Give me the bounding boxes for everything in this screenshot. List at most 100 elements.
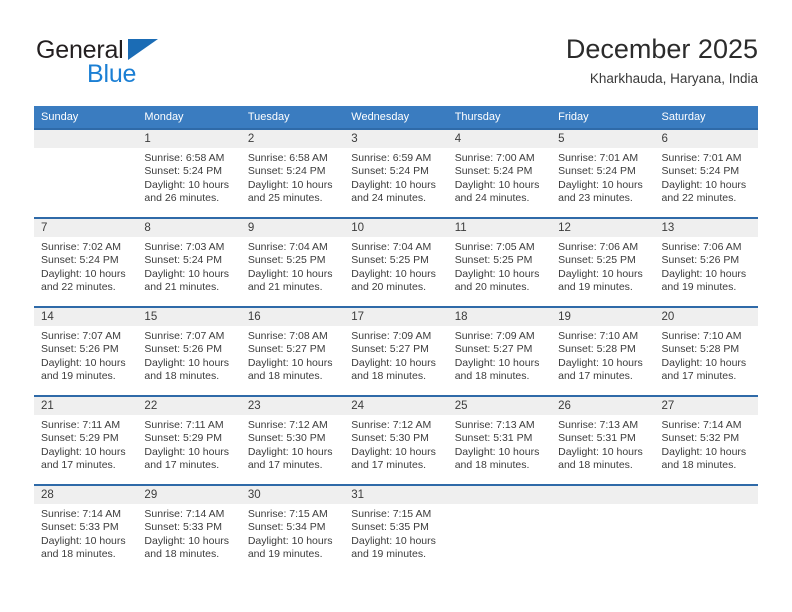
daylight-text: Daylight: 10 hours and 17 minutes. bbox=[558, 356, 643, 383]
calendar-day-cell[interactable]: 31 Sunrise: 7:15 AM Sunset: 5:35 PM Dayligh… bbox=[344, 484, 448, 574]
calendar-day-cell[interactable]: 16 Sunrise: 7:08 AM Sunset: 5:27 PM Dayligh… bbox=[240, 306, 345, 396]
calendar-day-cell[interactable]: 3 Sunrise: 6:59 AM Sunset: 5:24 PM Daylight… bbox=[344, 128, 448, 218]
calendar-day-cell[interactable]: 21 Sunrise: 7:11 AM Sunset: 5:29 PM Dayligh… bbox=[34, 395, 138, 485]
calendar-day-cell[interactable]: 26 Sunrise: 7:13 AM Sunset: 5:31 PM Dayligh… bbox=[551, 395, 655, 485]
page-title: December 2025 bbox=[565, 34, 758, 64]
day-number: 11 bbox=[447, 219, 552, 237]
calendar-week-row: 14 Sunrise: 7:07 AM Sunset: 5:26 PM Dayligh… bbox=[34, 306, 758, 396]
sunset-text: Sunset: 5:24 PM bbox=[144, 165, 223, 178]
day-number: 7 bbox=[34, 219, 138, 237]
day-number: 5 bbox=[551, 130, 655, 148]
calendar-day-cell[interactable]: 8 Sunrise: 7:03 AM Sunset: 5:24 PM Daylight… bbox=[137, 217, 241, 307]
sunrise-text: Sunrise: 7:01 AM bbox=[558, 152, 639, 164]
day-number: 22 bbox=[137, 397, 241, 415]
calendar-day-cell[interactable]: 14 Sunrise: 7:07 AM Sunset: 5:26 PM Dayligh… bbox=[34, 306, 138, 396]
day-sun-info: Sunrise: 7:06 AM Sunset: 5:25 PM Daylight:… bbox=[551, 237, 654, 295]
sunrise-text: Sunrise: 7:15 AM bbox=[247, 508, 328, 520]
day-number: 1 bbox=[137, 130, 241, 148]
day-sun-info: Sunrise: 7:10 AM Sunset: 5:28 PM Daylight:… bbox=[551, 326, 654, 384]
daylight-text: Daylight: 10 hours and 18 minutes. bbox=[247, 356, 333, 383]
sunset-text: Sunset: 5:26 PM bbox=[144, 343, 223, 356]
day-number: 30 bbox=[240, 486, 345, 504]
generalblue-logo: General Blue bbox=[34, 36, 234, 94]
sunrise-text: Sunrise: 7:13 AM bbox=[454, 419, 535, 431]
calendar-day-cell[interactable]: 20 Sunrise: 7:10 AM Sunset: 5:28 PM Dayligh… bbox=[654, 306, 758, 396]
day-number: 18 bbox=[447, 308, 552, 326]
calendar-day-cell[interactable]: 2 Sunrise: 6:58 AM Sunset: 5:24 PM Daylight… bbox=[240, 128, 345, 218]
weekday-header-monday: Monday bbox=[137, 106, 241, 129]
sunrise-text: Sunrise: 6:59 AM bbox=[351, 152, 432, 164]
sunrise-sunset-calendar-table: Sunday Monday Tuesday Wednesday Thursday Frid… bbox=[34, 106, 758, 574]
day-sun-info: Sunrise: 7:09 AM Sunset: 5:27 PM Daylight:… bbox=[344, 326, 447, 384]
calendar-day-cell[interactable]: 30 Sunrise: 7:15 AM Sunset: 5:34 PM Dayligh… bbox=[240, 484, 345, 574]
calendar-day-cell[interactable]: 25 Sunrise: 7:13 AM Sunset: 5:31 PM Dayligh… bbox=[447, 395, 552, 485]
day-sun-info: Sunrise: 7:11 AM Sunset: 5:29 PM Daylight:… bbox=[34, 415, 137, 473]
sunrise-text: Sunrise: 7:04 AM bbox=[247, 241, 328, 253]
calendar-day-cell[interactable]: 19 Sunrise: 7:10 AM Sunset: 5:28 PM Dayligh… bbox=[551, 306, 655, 396]
day-number: 19 bbox=[551, 308, 655, 326]
daylight-text: Daylight: 10 hours and 17 minutes. bbox=[351, 445, 436, 472]
calendar-day-cell[interactable]: 1 Sunrise: 6:58 AM Sunset: 5:24 PM Daylight… bbox=[137, 128, 241, 218]
calendar-day-cell[interactable]: 6 Sunrise: 7:01 AM Sunset: 5:24 PM Daylight… bbox=[654, 128, 758, 218]
calendar-day-cell[interactable]: 17 Sunrise: 7:09 AM Sunset: 5:27 PM Dayligh… bbox=[344, 306, 448, 396]
daylight-text: Daylight: 10 hours and 18 minutes. bbox=[144, 356, 230, 383]
calendar-day-cell[interactable]: 27 Sunrise: 7:14 AM Sunset: 5:32 PM Dayligh… bbox=[654, 395, 758, 485]
sunrise-text: Sunrise: 7:15 AM bbox=[351, 508, 432, 520]
daylight-text: Daylight: 10 hours and 22 minutes. bbox=[41, 267, 126, 294]
day-number: 20 bbox=[654, 308, 758, 326]
sunset-text: Sunset: 5:24 PM bbox=[247, 165, 326, 178]
calendar-body: 1 Sunrise: 6:58 AM Sunset: 5:24 PM Daylight… bbox=[34, 128, 758, 574]
sunrise-text: Sunrise: 7:00 AM bbox=[454, 152, 535, 164]
calendar-day-cell[interactable]: 28 Sunrise: 7:14 AM Sunset: 5:33 PM Dayligh… bbox=[34, 484, 138, 574]
title-block: December 2025 Kharkhauda, Haryana, India bbox=[566, 32, 758, 89]
day-number bbox=[551, 486, 655, 504]
calendar-day-cell-empty bbox=[551, 484, 655, 574]
day-number: 31 bbox=[344, 486, 448, 504]
calendar-day-cell[interactable]: 12 Sunrise: 7:06 AM Sunset: 5:25 PM Dayligh… bbox=[551, 217, 655, 307]
day-number bbox=[34, 130, 138, 148]
calendar-day-cell[interactable]: 29 Sunrise: 7:14 AM Sunset: 5:33 PM Dayligh… bbox=[137, 484, 241, 574]
sunset-text: Sunset: 5:27 PM bbox=[351, 343, 429, 356]
day-number: 13 bbox=[654, 219, 758, 237]
day-number: 24 bbox=[344, 397, 448, 415]
day-number: 25 bbox=[447, 397, 552, 415]
calendar-day-cell[interactable]: 9 Sunrise: 7:04 AM Sunset: 5:25 PM Daylight… bbox=[240, 217, 345, 307]
sunrise-text: Sunrise: 7:14 AM bbox=[144, 508, 225, 520]
calendar-week-row: 1 Sunrise: 6:58 AM Sunset: 5:24 PM Daylight… bbox=[34, 128, 758, 218]
day-number: 17 bbox=[344, 308, 448, 326]
calendar-day-cell[interactable]: 13 Sunrise: 7:06 AM Sunset: 5:26 PM Dayligh… bbox=[654, 217, 758, 307]
day-sun-info: Sunrise: 7:12 AM Sunset: 5:30 PM Daylight:… bbox=[241, 415, 344, 473]
daylight-text: Daylight: 10 hours and 17 minutes. bbox=[247, 445, 333, 472]
calendar-day-cell[interactable]: 7 Sunrise: 7:02 AM Sunset: 5:24 PM Daylight… bbox=[34, 217, 138, 307]
daylight-text: Daylight: 10 hours and 18 minutes. bbox=[454, 356, 540, 383]
sunrise-text: Sunrise: 7:02 AM bbox=[41, 241, 121, 253]
day-sun-info: Sunrise: 7:04 AM Sunset: 5:25 PM Daylight:… bbox=[241, 237, 344, 295]
logo-text-blue: Blue bbox=[87, 60, 137, 88]
sunrise-text: Sunrise: 7:05 AM bbox=[454, 241, 535, 253]
day-number: 27 bbox=[654, 397, 758, 415]
day-number: 26 bbox=[551, 397, 655, 415]
sunrise-text: Sunrise: 7:09 AM bbox=[351, 330, 432, 342]
day-sun-info: Sunrise: 7:14 AM Sunset: 5:33 PM Daylight:… bbox=[34, 504, 137, 562]
calendar-day-cell[interactable]: 15 Sunrise: 7:07 AM Sunset: 5:26 PM Dayligh… bbox=[137, 306, 241, 396]
calendar-day-cell[interactable]: 10 Sunrise: 7:04 AM Sunset: 5:25 PM Dayligh… bbox=[344, 217, 448, 307]
calendar-day-cell[interactable]: 18 Sunrise: 7:09 AM Sunset: 5:27 PM Dayligh… bbox=[447, 306, 552, 396]
sunset-text: Sunset: 5:25 PM bbox=[351, 254, 429, 267]
calendar-day-cell[interactable]: 23 Sunrise: 7:12 AM Sunset: 5:30 PM Dayligh… bbox=[240, 395, 345, 485]
calendar-day-cell[interactable]: 4 Sunrise: 7:00 AM Sunset: 5:24 PM Daylight… bbox=[447, 128, 552, 218]
calendar-day-cell[interactable]: 22 Sunrise: 7:11 AM Sunset: 5:29 PM Dayligh… bbox=[137, 395, 241, 485]
weekday-header-tuesday: Tuesday bbox=[240, 106, 345, 129]
calendar-day-cell[interactable]: 11 Sunrise: 7:05 AM Sunset: 5:25 PM Dayligh… bbox=[447, 217, 552, 307]
sunset-text: Sunset: 5:25 PM bbox=[247, 254, 326, 267]
daylight-text: Daylight: 10 hours and 18 minutes. bbox=[351, 356, 436, 383]
daylight-text: Daylight: 10 hours and 25 minutes. bbox=[247, 178, 333, 205]
sunrise-text: Sunrise: 7:10 AM bbox=[558, 330, 639, 342]
sunset-text: Sunset: 5:28 PM bbox=[558, 343, 636, 356]
daylight-text: Daylight: 10 hours and 19 minutes. bbox=[661, 267, 747, 294]
sunset-text: Sunset: 5:34 PM bbox=[247, 521, 326, 534]
day-number: 3 bbox=[344, 130, 448, 148]
day-number: 23 bbox=[240, 397, 345, 415]
calendar-day-cell[interactable]: 24 Sunrise: 7:12 AM Sunset: 5:30 PM Dayligh… bbox=[344, 395, 448, 485]
day-number: 16 bbox=[240, 308, 345, 326]
calendar-day-cell[interactable]: 5 Sunrise: 7:01 AM Sunset: 5:24 PM Daylight… bbox=[551, 128, 655, 218]
